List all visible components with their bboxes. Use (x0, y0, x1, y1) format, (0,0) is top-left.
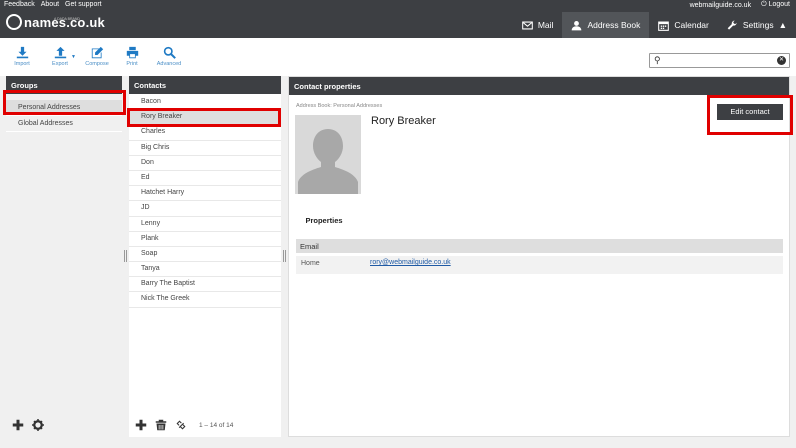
address-book-label: Address Book: Personal Addresses (296, 103, 383, 109)
groups-panel: Groups Personal Addresses Global Address… (6, 76, 122, 437)
print-button[interactable]: Print (117, 46, 147, 67)
groups-footer (6, 413, 122, 437)
advanced-label: Advanced (156, 61, 182, 67)
group-global-addresses[interactable]: Global Addresses (6, 116, 122, 132)
export-dropdown-icon[interactable]: ▼ (71, 54, 76, 60)
list-item[interactable]: Big Chris (129, 141, 281, 156)
person-icon (572, 20, 582, 30)
trash-icon[interactable] (155, 419, 167, 431)
clear-search-icon[interactable]: ✕ (777, 56, 786, 65)
tab-mail[interactable]: Mail (513, 12, 563, 38)
contacts-count: 1 – 14 of 14 (199, 421, 234, 429)
magnifier-icon (163, 46, 176, 59)
feedback-link[interactable]: Feedback (4, 1, 35, 8)
top-right: webmailguide.co.uk ⏻ Logout (690, 1, 790, 9)
tab-settings[interactable]: Settings ▲ (718, 12, 796, 38)
list-item[interactable]: JD (129, 201, 281, 217)
list-item[interactable]: Soap (129, 247, 281, 263)
search-icon[interactable]: ⚲ (654, 55, 661, 66)
list-item-selected[interactable]: Rory Breaker (129, 110, 281, 126)
list-item[interactable]: Charles (129, 125, 281, 141)
get-support-link[interactable]: Get support (65, 1, 102, 8)
main-nav: Mail Address Book Calendar Settings ▲ (513, 12, 796, 38)
add-contact-icon[interactable] (135, 419, 147, 431)
contacts-footer: 1 – 14 of 14 (129, 413, 281, 437)
list-item[interactable]: Plank (129, 232, 281, 247)
contact-properties-title: Contact properties (289, 77, 789, 95)
power-icon: ⏻ (761, 1, 767, 8)
printer-icon (126, 46, 138, 59)
advanced-search-button[interactable]: Advanced (154, 46, 184, 67)
tab-calendar-label: Calendar (674, 20, 709, 30)
email-link[interactable]: rory@webmailguide.co.uk (370, 259, 451, 266)
tab-address-book[interactable]: Address Book (562, 12, 650, 38)
top-links: Feedback About Get support (4, 1, 102, 8)
logo-subtitle: A DADA BRAND (54, 17, 80, 21)
email-type-label: Home (301, 260, 320, 267)
logo-icon (6, 14, 22, 30)
account-name: webmailguide.co.uk (689, 1, 752, 9)
logout-label: Logout (768, 1, 790, 8)
groups-splitter[interactable] (124, 250, 127, 262)
tab-address-book-label: Address Book (587, 20, 641, 30)
mail-icon (522, 21, 533, 29)
import-button[interactable]: Import (7, 46, 37, 67)
email-row: Home rory@webmailguide.co.uk (296, 256, 783, 274)
top-bar: Feedback About Get support webmailguide.… (0, 0, 796, 38)
avatar (295, 115, 361, 194)
import-icon (16, 46, 28, 59)
compose-button[interactable]: Compose (82, 46, 112, 67)
groups-title: Groups (6, 76, 122, 94)
list-item[interactable]: Don (129, 156, 281, 171)
calendar-icon (658, 21, 670, 31)
contacts-splitter[interactable] (283, 250, 286, 262)
contact-name: Rory Breaker (371, 115, 436, 127)
add-group-icon[interactable] (12, 419, 24, 431)
export-icon (54, 46, 66, 59)
email-section-header: Email (296, 239, 783, 253)
list-item[interactable]: Barry The Baptist (129, 277, 281, 293)
list-item[interactable]: Ed (129, 171, 281, 187)
list-item[interactable]: Tanya (129, 262, 281, 278)
gear-icon[interactable] (32, 419, 44, 431)
tab-settings-label: Settings (742, 20, 774, 30)
person-silhouette-icon (298, 129, 358, 194)
chevron-up-icon: ▲ (778, 20, 787, 30)
list-item[interactable]: Lenny (129, 217, 281, 232)
list-item[interactable]: Nick The Greek (129, 292, 281, 308)
tab-mail-label: Mail (537, 20, 554, 30)
group-personal-addresses[interactable]: Personal Addresses (6, 100, 122, 116)
wrench-icon (727, 20, 737, 30)
contacts-title: Contacts (129, 76, 281, 94)
edit-contact-button[interactable]: Edit contact (717, 104, 783, 120)
contacts-panel: Contacts Bacon Rory Breaker Charles Big … (129, 76, 281, 437)
export-label: Export (52, 61, 68, 67)
tab-properties[interactable]: Properties (296, 210, 352, 232)
list-item[interactable]: Hatchet Harry (129, 186, 281, 202)
compose-label: Compose (85, 61, 109, 67)
contact-properties-panel: Contact properties Address Book: Persona… (288, 76, 790, 437)
import-label: Import (14, 61, 30, 67)
logout-button[interactable]: ⏻ Logout (761, 1, 790, 9)
search-input[interactable] (666, 55, 776, 66)
compose-icon (91, 46, 103, 59)
chain-icon[interactable] (175, 419, 187, 431)
search-box: ⚲ ✕ (649, 53, 790, 68)
print-label: Print (126, 61, 138, 67)
about-link[interactable]: About (41, 1, 59, 8)
tab-calendar[interactable]: Calendar (649, 12, 718, 38)
list-item[interactable]: Bacon (129, 95, 281, 111)
